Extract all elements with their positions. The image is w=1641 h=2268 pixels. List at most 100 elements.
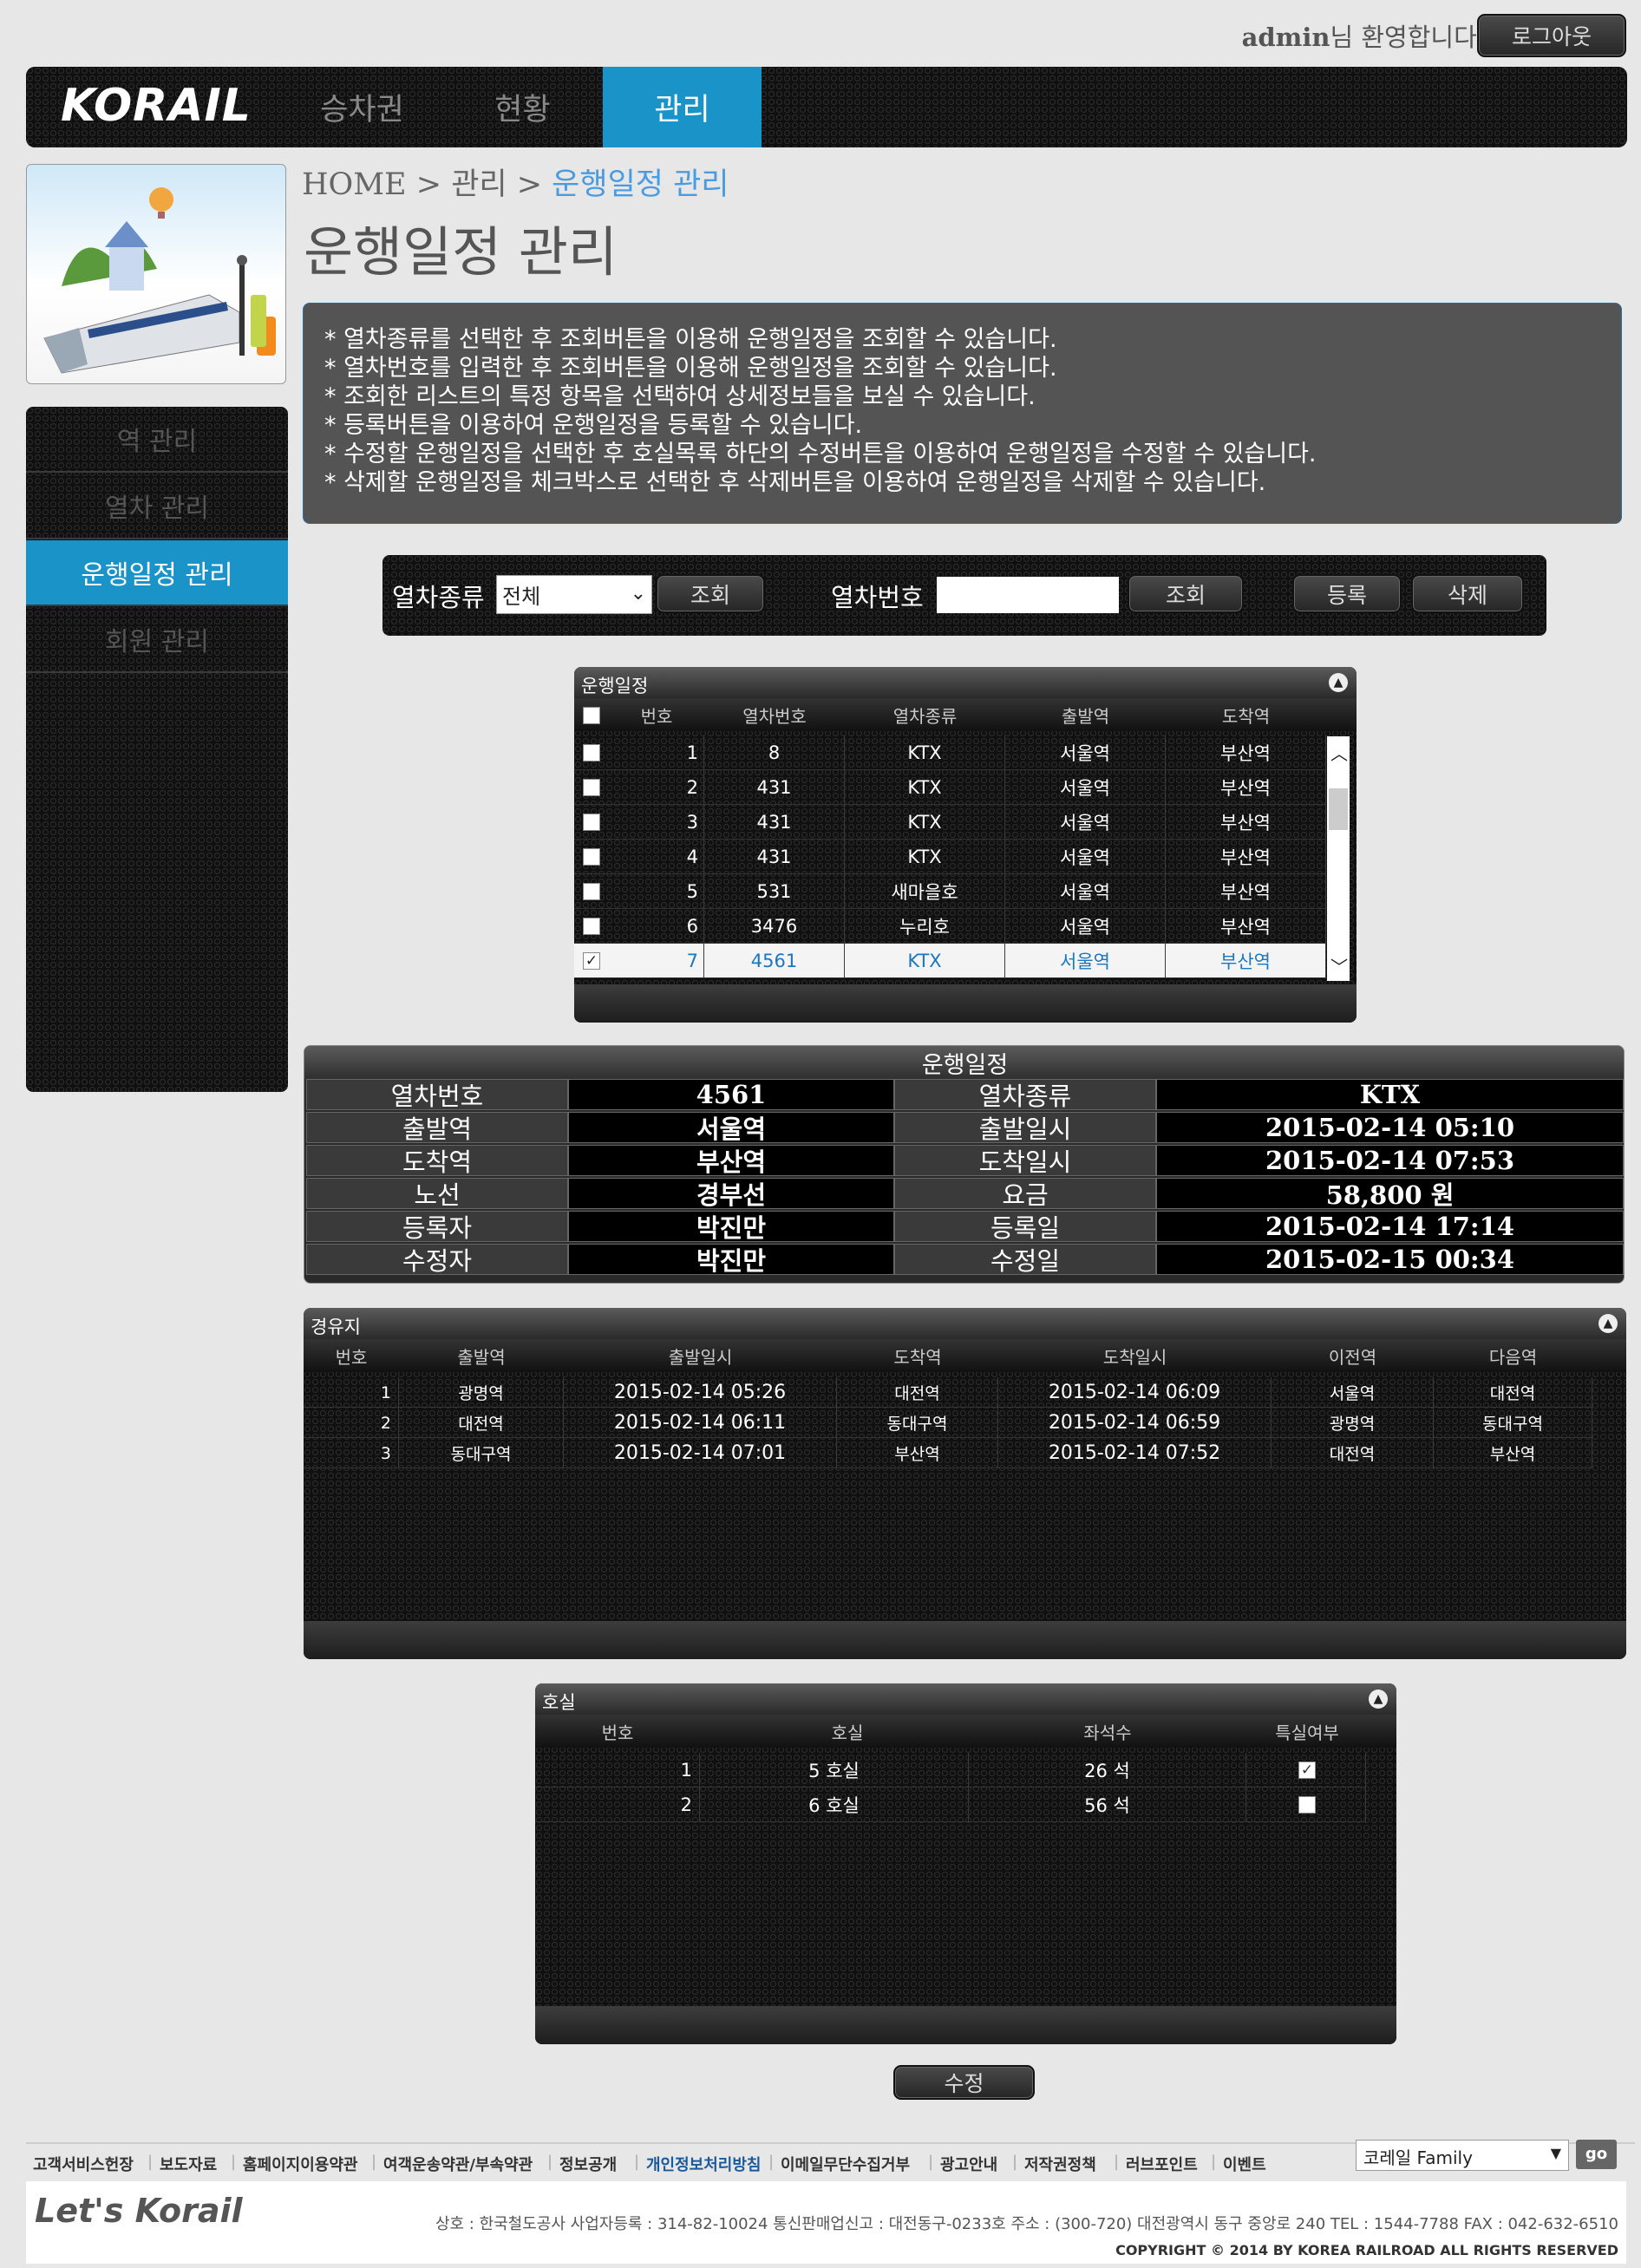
side-item-schedule[interactable]: 운행일정 관리 <box>26 540 288 606</box>
collapse-icon[interactable]: ▲ <box>1599 1314 1618 1333</box>
col-header: 열차종류 <box>892 705 958 727</box>
footer-link[interactable]: 러브포인트 <box>1126 2153 1198 2175</box>
table-cell: 4561 <box>704 944 845 978</box>
nav-management[interactable]: 관리 <box>603 67 762 147</box>
detail-value: 서울역 <box>568 1112 894 1144</box>
table-cell: 2015-02-14 05:26 <box>564 1377 837 1408</box>
detail-label: 수정일 <box>894 1244 1156 1276</box>
detail-label: 열차종류 <box>894 1079 1156 1111</box>
scroll-thumb[interactable] <box>1329 788 1348 830</box>
delete-button[interactable]: 삭제 <box>1411 574 1524 613</box>
scroll-up-icon[interactable]: ︿ <box>1330 740 1348 765</box>
modify-button[interactable]: 수정 <box>893 2065 1035 2100</box>
help-line: * 조회한 리스트의 특정 항목을 선택하여 상세정보들을 보실 수 있습니다. <box>324 383 1036 410</box>
special-checkbox[interactable]: ✓ <box>1298 1761 1316 1779</box>
table-cell: 부산역 <box>1166 735 1326 770</box>
family-site-select[interactable]: 코레일 Family ▼ <box>1356 2140 1569 2171</box>
col-header: 출발역 <box>1061 705 1110 727</box>
collapse-icon[interactable]: ▲ <box>1369 1690 1388 1709</box>
footer-link[interactable]: 여객운송약관/부속약관 <box>383 2153 533 2175</box>
breadcrumb-home[interactable]: HOME <box>302 167 407 202</box>
footer-link[interactable]: 보도자료 <box>160 2153 217 2175</box>
table-cell: 431 <box>704 770 845 805</box>
table-cell: 7 <box>609 944 704 978</box>
row-checkbox[interactable] <box>583 883 600 900</box>
help-line: * 삭제할 운행일정을 체크박스로 선택한 후 삭제버튼을 이용하여 운행일정을… <box>324 469 1266 496</box>
col-header: 특실여부 <box>1275 1722 1339 1743</box>
table-cell: 56 석 <box>969 1788 1246 1822</box>
train-number-input[interactable] <box>937 577 1119 613</box>
detail-value: 부산역 <box>568 1145 894 1177</box>
detail-value: 경부선 <box>568 1178 894 1210</box>
table-cell: 2 <box>609 770 704 805</box>
help-line: * 열차번호를 입력한 후 조회버튼을 이용해 운행일정을 조회할 수 있습니다… <box>324 355 1057 382</box>
grid-footer <box>574 984 1357 1023</box>
grid-title: 호실 <box>535 1683 1396 1715</box>
side-menu: 역 관리 열차 관리 운행일정 관리 회원 관리 <box>26 407 288 1092</box>
footer-link[interactable]: 이메일무단수집거부 <box>781 2153 910 2175</box>
footer-link[interactable]: 저작권정책 <box>1024 2153 1096 2175</box>
nav-ticket[interactable]: 승차권 <box>295 67 429 147</box>
register-button[interactable]: 등록 <box>1292 574 1402 613</box>
footer-link[interactable]: 개인정보처리방침 <box>646 2153 761 2175</box>
chevron-down-icon: ⌄ <box>630 583 646 605</box>
special-checkbox[interactable] <box>1298 1796 1316 1814</box>
col-header: 호실 <box>831 1722 864 1743</box>
detail-value: 2015-02-14 07:53 <box>1156 1145 1624 1176</box>
table-cell: 대전역 <box>837 1377 998 1408</box>
table-cell: 부산역 <box>1166 805 1326 840</box>
row-checkbox[interactable] <box>583 744 600 761</box>
table-cell: 광명역 <box>399 1377 564 1408</box>
detail-value: 2015-02-14 05:10 <box>1156 1112 1624 1143</box>
footer-link[interactable]: 고객서비스헌장 <box>33 2153 134 2175</box>
grid-footer <box>304 1621 1626 1659</box>
scroll-down-icon[interactable]: ﹀ <box>1330 953 1348 978</box>
help-line: * 수정할 운행일정을 선택한 후 호실목록 하단의 수정버튼을 이용하여 운행… <box>324 441 1317 467</box>
table-cell: 동대구역 <box>399 1438 564 1468</box>
query-number-button[interactable]: 조회 <box>1128 574 1244 613</box>
link-separator: | <box>231 2153 237 2171</box>
table-cell: 2015-02-14 06:09 <box>998 1377 1272 1408</box>
side-item-train[interactable]: 열차 관리 <box>26 474 288 539</box>
footer-link[interactable]: 이벤트 <box>1223 2153 1266 2175</box>
dropdown-arrow-icon: ▼ <box>1550 2145 1561 2161</box>
row-checkbox[interactable] <box>583 848 600 866</box>
schedule-grid: 운행일정 ▲ 번호 열차번호 열차종류 출발역 도착역 1 8 KTX 서울역 부산역 2… <box>574 667 1357 1023</box>
breadcrumb-parent[interactable]: 관리 <box>451 167 507 202</box>
table-cell: 대전역 <box>399 1408 564 1438</box>
vertical-scrollbar[interactable]: ︿ ﹀ <box>1327 736 1350 981</box>
detail-label: 등록일 <box>894 1211 1156 1243</box>
col-header: 도착일시 <box>1102 1346 1167 1368</box>
footer-link[interactable]: 홈페이지이용약관 <box>243 2153 357 2175</box>
company-address: 상호 : 한국철도공사 사업자등록 : 314-82-10024 통신판매업신고… <box>435 2215 1618 2233</box>
collapse-icon[interactable]: ▲ <box>1329 673 1348 692</box>
table-cell: 광명역 <box>1272 1408 1434 1438</box>
footer-link[interactable]: 정보공개 <box>559 2153 617 2175</box>
table-cell: 서울역 <box>1005 874 1166 909</box>
row-checkbox[interactable] <box>583 918 600 935</box>
row-checkbox[interactable]: ✓ <box>583 952 600 970</box>
korail-logo[interactable]: KORAIL <box>61 80 252 132</box>
query-type-button[interactable]: 조회 <box>656 574 765 613</box>
table-cell: 6 <box>609 909 704 944</box>
footer-link[interactable]: 광고안내 <box>940 2153 997 2175</box>
col-header: 다음역 <box>1488 1346 1538 1368</box>
detail-value: 박진만 <box>568 1244 894 1276</box>
table-cell: 6 호실 <box>700 1788 969 1822</box>
side-item-station[interactable]: 역 관리 <box>26 407 288 473</box>
table-cell: 동대구역 <box>837 1408 998 1438</box>
table-cell: 3 <box>304 1438 399 1468</box>
logout-button[interactable]: 로그아웃 <box>1477 14 1626 57</box>
row-checkbox[interactable] <box>583 814 600 831</box>
breadcrumb-current: 운행일정 관리 <box>552 167 729 202</box>
side-item-member[interactable]: 회원 관리 <box>26 607 288 673</box>
train-type-select[interactable]: 전체 ⌄ <box>496 575 652 614</box>
table-cell: 2015-02-14 07:01 <box>564 1438 837 1468</box>
table-cell: KTX <box>845 805 1005 840</box>
go-button[interactable]: go <box>1576 2140 1617 2169</box>
select-all-checkbox[interactable] <box>583 707 600 724</box>
table-cell: 4 <box>609 840 704 874</box>
row-checkbox[interactable] <box>583 779 600 796</box>
table-cell: 2015-02-14 06:11 <box>564 1408 837 1438</box>
nav-status[interactable]: 현황 <box>455 67 590 147</box>
